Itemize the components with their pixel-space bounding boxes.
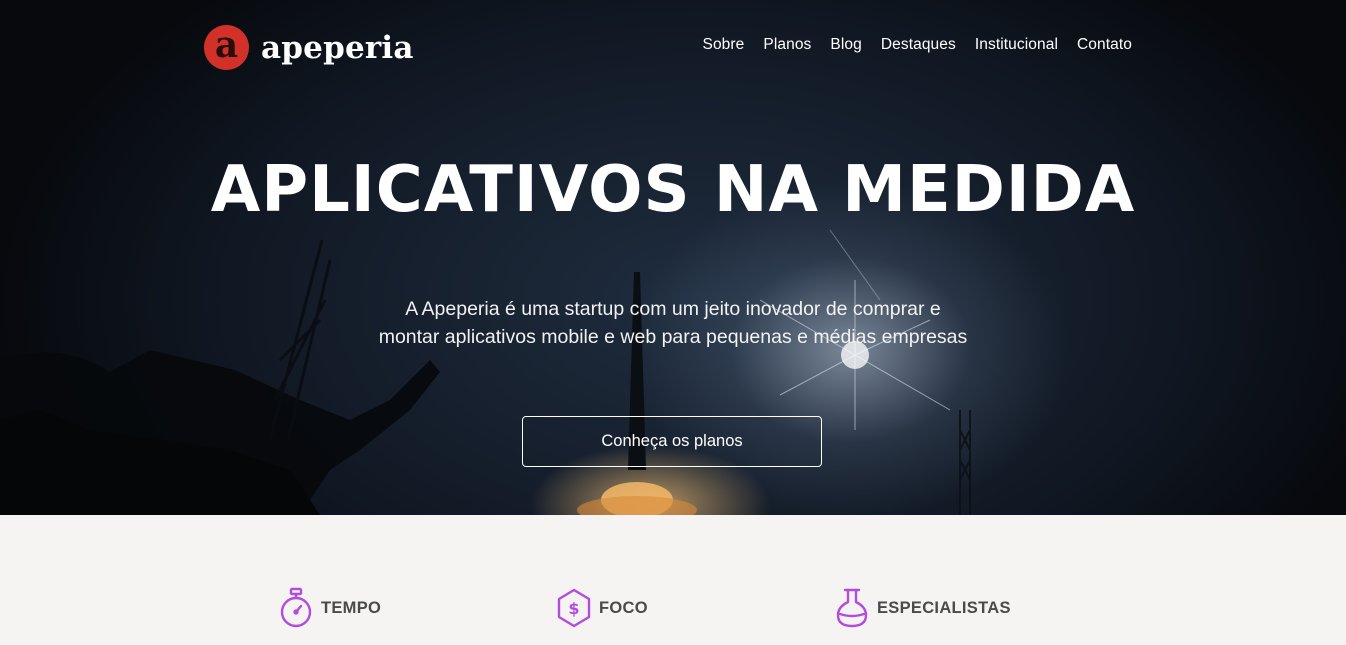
brand-name: apeperia xyxy=(261,29,414,66)
feature-title: FOCO xyxy=(599,598,648,617)
brand-logo[interactable]: a apeperia xyxy=(204,25,414,70)
nav-link-destaques[interactable]: Destaques xyxy=(881,36,956,54)
view-plans-button[interactable]: Conheça os planos xyxy=(522,416,822,467)
nav-link-blog[interactable]: Blog xyxy=(830,36,861,54)
nav-link-institucional[interactable]: Institucional xyxy=(975,36,1058,54)
feature-title: TEMPO xyxy=(321,598,382,617)
nav-link-contato[interactable]: Contato xyxy=(1077,36,1132,54)
features-section: TEMPO $ FOCO ESPECIALISTAS xyxy=(0,515,1346,645)
feature-especialistas: ESPECIALISTAS xyxy=(834,587,1011,629)
top-navigation: a apeperia Sobre Planos Blog Destaques I… xyxy=(0,0,1346,92)
feature-title: ESPECIALISTAS xyxy=(877,598,1011,617)
stopwatch-icon xyxy=(278,587,314,629)
hero-headline: APLICATIVOS NA MEDIDA xyxy=(210,153,1136,227)
svg-text:$: $ xyxy=(568,599,579,618)
hero-section: a apeperia Sobre Planos Blog Destaques I… xyxy=(0,0,1346,515)
feature-foco: $ FOCO xyxy=(556,587,648,629)
feature-tempo: TEMPO xyxy=(278,587,381,629)
nav-link-planos[interactable]: Planos xyxy=(763,36,811,54)
flask-icon xyxy=(834,587,870,629)
logo-badge-icon: a xyxy=(204,25,249,70)
hero-lead-text: A Apeperia é uma startup com um jeito in… xyxy=(378,298,968,348)
nav-link-sobre[interactable]: Sobre xyxy=(703,36,745,54)
hexagon-dollar-icon: $ xyxy=(556,587,592,629)
main-menu: Sobre Planos Blog Destaques Instituciona… xyxy=(703,36,1132,54)
